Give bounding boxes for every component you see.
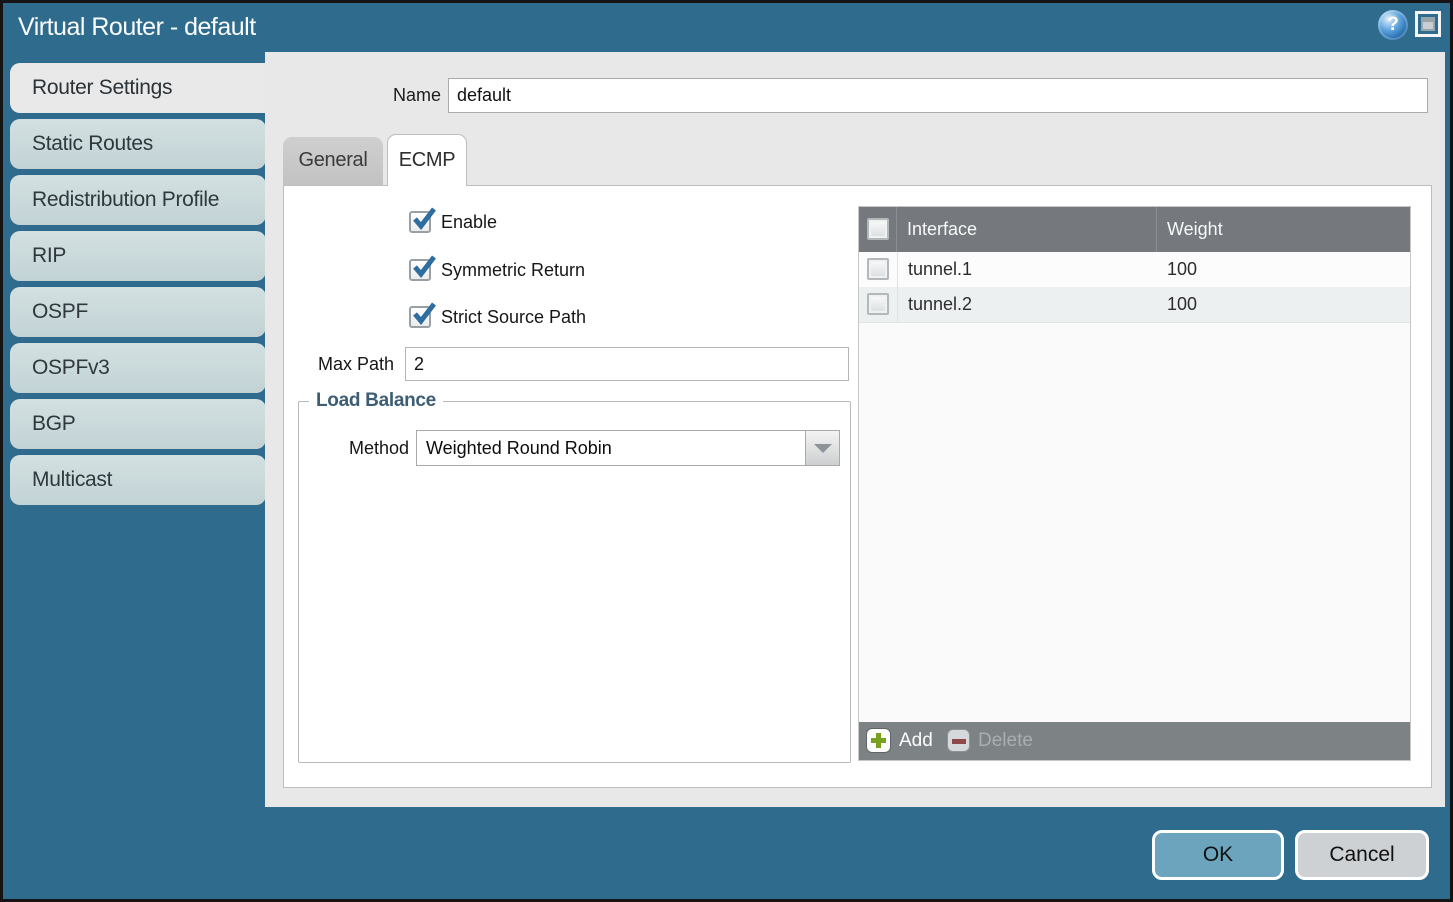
- cell-weight: 100: [1157, 287, 1410, 322]
- dock-window-icon-inner2: [1423, 22, 1433, 29]
- table-header: Interface Weight: [859, 207, 1410, 252]
- chevron-down-icon[interactable]: [805, 431, 839, 465]
- strict-source-path-label: Strict Source Path: [441, 307, 586, 328]
- select-all-checkbox[interactable]: [867, 218, 889, 240]
- help-icon[interactable]: ?: [1378, 10, 1408, 40]
- method-label: Method: [299, 430, 409, 466]
- column-header-weight: Weight: [1157, 207, 1410, 252]
- virtual-router-dialog: Virtual Router - default ? Router Settin…: [0, 0, 1453, 902]
- add-button-label: Add: [899, 728, 933, 754]
- max-path-input[interactable]: [405, 347, 849, 381]
- ok-button[interactable]: OK: [1152, 830, 1284, 880]
- enable-label: Enable: [441, 212, 497, 233]
- method-selected-value: Weighted Round Robin: [426, 431, 612, 465]
- minus-icon: [947, 729, 970, 752]
- cell-interface: tunnel.1: [897, 252, 1157, 287]
- interface-weight-table: Interface Weight tunnel.1 100 tunnel.2 1…: [858, 206, 1411, 761]
- name-label: Name: [265, 78, 441, 113]
- strict-source-path-checkbox[interactable]: [409, 306, 431, 328]
- content-area: Name General ECMP Enable Sym: [265, 52, 1445, 807]
- symmetric-return-label: Symmetric Return: [441, 260, 585, 281]
- ecmp-tab-panel: Enable Symmetric Return Strict Source Pa…: [283, 185, 1432, 788]
- table-empty-area: [859, 322, 1410, 724]
- sidebar-item-ospfv3[interactable]: OSPFv3: [10, 343, 266, 393]
- check-icon: [412, 255, 438, 281]
- tab-ecmp[interactable]: ECMP: [387, 134, 467, 186]
- title-bar: Virtual Router - default ?: [3, 3, 1450, 52]
- delete-button-label: Delete: [978, 729, 1033, 753]
- table-row[interactable]: tunnel.1 100: [859, 252, 1410, 287]
- sidebar: Router Settings Static Routes Redistribu…: [10, 63, 280, 511]
- sidebar-item-ospf[interactable]: OSPF: [10, 287, 266, 337]
- sidebar-item-rip[interactable]: RIP: [10, 231, 266, 281]
- sidebar-item-multicast[interactable]: Multicast: [10, 455, 266, 505]
- row-checkbox[interactable]: [867, 293, 889, 315]
- header-checkbox-cell: [859, 207, 897, 252]
- dialog-title: Virtual Router - default: [18, 3, 256, 52]
- method-select[interactable]: Weighted Round Robin: [416, 430, 840, 466]
- symmetric-return-checkbox[interactable]: [409, 259, 431, 281]
- sidebar-item-redistribution-profile[interactable]: Redistribution Profile: [10, 175, 266, 225]
- cell-weight: 100: [1157, 252, 1410, 287]
- plus-icon: [866, 728, 891, 753]
- name-input[interactable]: [448, 78, 1428, 113]
- sidebar-item-static-routes[interactable]: Static Routes: [10, 119, 266, 169]
- sidebar-item-router-settings[interactable]: Router Settings: [10, 63, 278, 113]
- dock-window-icon[interactable]: [1415, 11, 1441, 37]
- load-balance-group: Load Balance Method Weighted Round Robin: [298, 401, 851, 763]
- tab-general[interactable]: General: [283, 137, 383, 186]
- load-balance-legend: Load Balance: [309, 390, 443, 412]
- cell-interface: tunnel.2: [897, 287, 1157, 322]
- table-footer: Add Delete: [859, 722, 1410, 760]
- check-icon: [412, 207, 438, 233]
- row-checkbox[interactable]: [867, 258, 889, 280]
- enable-checkbox[interactable]: [409, 211, 431, 233]
- check-icon: [412, 302, 438, 328]
- max-path-label: Max Path: [284, 347, 394, 381]
- column-header-interface: Interface: [897, 207, 1157, 252]
- sidebar-item-bgp[interactable]: BGP: [10, 399, 266, 449]
- cancel-button[interactable]: Cancel: [1295, 830, 1429, 880]
- table-row[interactable]: tunnel.2 100: [859, 287, 1410, 322]
